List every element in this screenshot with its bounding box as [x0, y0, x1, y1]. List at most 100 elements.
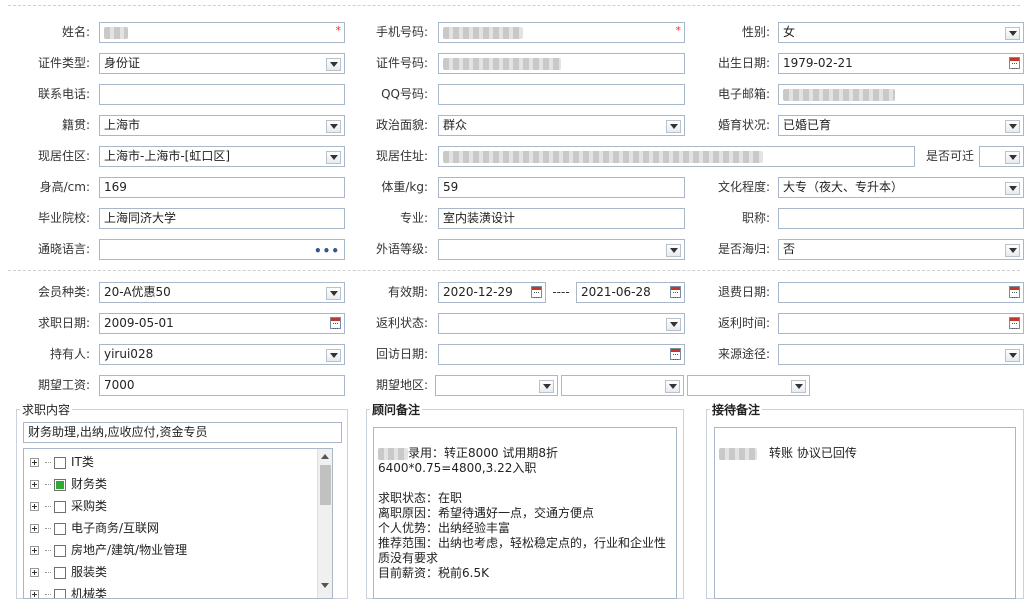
id-type-select[interactable]: 身份证	[99, 53, 345, 74]
salary-field[interactable]: 7000	[99, 375, 345, 396]
education-select[interactable]: 大专（夜大、专升本）	[778, 177, 1024, 198]
overseas-select[interactable]: 否	[778, 239, 1024, 260]
tree-scrollbar[interactable]	[317, 449, 332, 598]
valid-to-field[interactable]: 2021-06-28	[576, 282, 685, 303]
member-type-select[interactable]: 20-A优惠50	[99, 282, 345, 303]
foreign-select[interactable]	[438, 239, 685, 260]
title-field[interactable]	[778, 208, 1024, 229]
calendar-icon[interactable]	[531, 286, 542, 298]
source-select[interactable]	[778, 344, 1024, 365]
school-value: 上海同济大学	[104, 211, 177, 225]
scroll-down-icon[interactable]	[321, 583, 329, 588]
chevron-down-icon	[330, 353, 338, 358]
calendar-icon[interactable]	[1009, 57, 1020, 69]
area-label: 期望地区:	[375, 378, 428, 392]
tree-item[interactable]: 机械类	[30, 583, 108, 599]
job-date-label: 求职日期:	[37, 316, 90, 330]
weight-field[interactable]: 59	[438, 177, 685, 198]
foreign-label: 外语等级:	[375, 242, 428, 256]
scroll-thumb[interactable]	[320, 465, 331, 505]
section-divider	[8, 270, 1020, 271]
expand-icon[interactable]	[30, 458, 39, 467]
height-field[interactable]: 169	[99, 177, 345, 198]
birth-date-field[interactable]: 1979-02-21	[778, 53, 1024, 74]
address-field[interactable]	[438, 146, 915, 167]
id-type-label: 证件类型:	[37, 56, 90, 70]
tree-item[interactable]: 服装类	[30, 561, 107, 583]
native-select[interactable]: 上海市	[99, 115, 345, 136]
area-province-select[interactable]	[435, 375, 558, 396]
political-select[interactable]: 群众	[438, 115, 685, 136]
height-label: 身高/cm:	[39, 180, 90, 194]
marital-select[interactable]: 已婚已育	[778, 115, 1024, 136]
category-label: 机械类	[71, 587, 108, 599]
residence-value: 上海市-上海市-[虹口区]	[104, 149, 231, 163]
more-icon[interactable]: •••	[314, 242, 340, 259]
note-name-blurred	[378, 447, 408, 460]
chevron-down-icon	[670, 322, 678, 327]
tree-item[interactable]: 房地产/建筑/物业管理	[30, 539, 187, 561]
qq-field[interactable]	[438, 84, 685, 105]
relocate-select[interactable]	[979, 146, 1024, 167]
residence-select[interactable]: 上海市-上海市-[虹口区]	[99, 146, 345, 167]
expand-icon[interactable]	[30, 524, 39, 533]
rebate-status-select[interactable]	[438, 313, 685, 334]
expand-icon[interactable]	[30, 546, 39, 555]
area-city-select[interactable]	[561, 375, 684, 396]
birth-label: 出生日期:	[717, 56, 770, 70]
phone-field[interactable]: *	[438, 22, 685, 43]
chevron-down-icon	[330, 62, 338, 67]
category-checkbox[interactable]	[54, 500, 66, 513]
refund-date-field[interactable]	[778, 282, 1024, 303]
category-checkbox[interactable]	[54, 522, 66, 535]
tree-item[interactable]: 财务类	[30, 473, 107, 495]
name-label: 姓名:	[61, 25, 90, 39]
category-label: 采购类	[71, 499, 108, 513]
job-date-value: 2009-05-01	[104, 316, 174, 330]
tree-item[interactable]: IT类	[30, 451, 94, 473]
calendar-icon[interactable]	[670, 348, 681, 360]
job-date-field[interactable]: 2009-05-01	[99, 313, 345, 334]
required-marker: *	[335, 24, 342, 37]
calendar-icon[interactable]	[1009, 317, 1020, 329]
birth-value: 1979-02-21	[783, 56, 853, 70]
calendar-icon[interactable]	[330, 317, 341, 329]
visit-date-field[interactable]	[438, 344, 685, 365]
category-checkbox[interactable]	[54, 544, 66, 557]
tree-item[interactable]: 采购类	[30, 495, 107, 517]
visit-date-label: 回访日期:	[375, 347, 428, 361]
expand-icon[interactable]	[30, 480, 39, 489]
job-content-summary[interactable]: 财务助理,出纳,应收应付,资金专员	[23, 422, 342, 443]
area-district-select[interactable]	[687, 375, 810, 396]
consultant-notes-textarea[interactable]: 录用：转正8000 试用期8折6400*0.75=4800,3.22入职 求职状态…	[373, 427, 677, 599]
language-field[interactable]: •••	[99, 239, 345, 260]
rebate-time-field[interactable]	[778, 313, 1024, 334]
valid-from-field[interactable]: 2020-12-29	[438, 282, 546, 303]
holder-select[interactable]: yirui028	[99, 344, 345, 365]
gender-value: 女	[783, 25, 796, 39]
note-line	[378, 476, 672, 491]
tree-connector	[45, 550, 51, 551]
scroll-up-icon[interactable]	[321, 454, 329, 459]
contact-phone-field[interactable]	[99, 84, 345, 105]
email-field[interactable]	[778, 84, 1024, 105]
category-checkbox[interactable]	[54, 588, 66, 598]
category-checkbox[interactable]	[54, 566, 66, 579]
category-checkbox[interactable]	[54, 456, 66, 469]
name-field[interactable]: *	[99, 22, 345, 43]
major-field[interactable]: 室内装潢设计	[438, 208, 685, 229]
gender-select[interactable]: 女	[778, 22, 1024, 43]
expand-icon[interactable]	[30, 590, 39, 598]
chevron-down-icon	[1009, 186, 1017, 191]
expand-icon[interactable]	[30, 502, 39, 511]
calendar-icon[interactable]	[1009, 286, 1020, 298]
expand-icon[interactable]	[30, 568, 39, 577]
category-label: 财务类	[71, 477, 108, 491]
reception-notes-textarea[interactable]: 转账 协议已回传	[714, 427, 1016, 599]
category-checkbox[interactable]	[54, 478, 66, 491]
id-number-field[interactable]	[438, 53, 685, 74]
calendar-icon[interactable]	[670, 286, 681, 298]
school-field[interactable]: 上海同济大学	[99, 208, 345, 229]
political-value: 群众	[443, 118, 468, 132]
tree-item[interactable]: 电子商务/互联网	[30, 517, 159, 539]
